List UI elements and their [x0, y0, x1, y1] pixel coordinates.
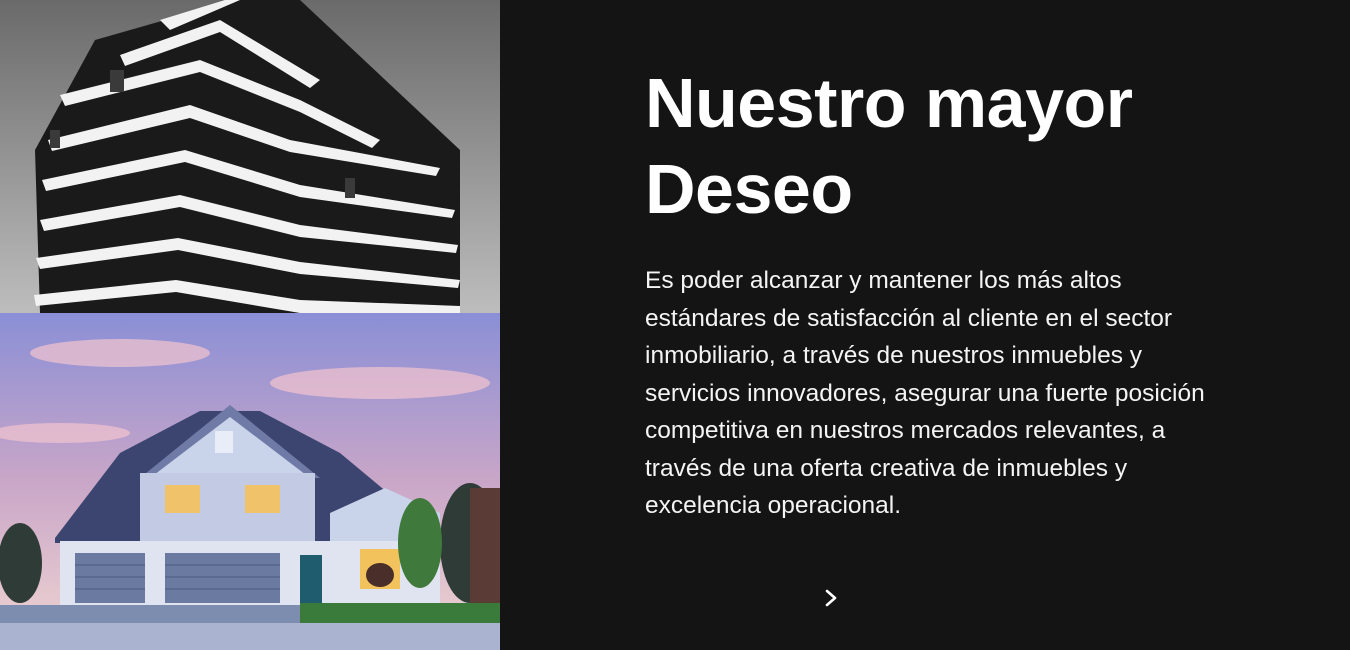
image-column [0, 0, 500, 650]
body-paragraph: Es poder alcanzar y mantener los más alt… [645, 267, 1205, 519]
text-section: Nuestro mayor Deseo Es poder alcanzar y … [645, 60, 1245, 525]
chevron-right-icon [825, 589, 837, 607]
house-photo [0, 313, 500, 650]
slide: Nuestro mayor Deseo Es poder alcanzar y … [0, 0, 1350, 650]
building-photo [0, 0, 500, 313]
next-slide-button[interactable] [816, 583, 846, 613]
headline: Nuestro mayor Deseo [645, 64, 1133, 228]
